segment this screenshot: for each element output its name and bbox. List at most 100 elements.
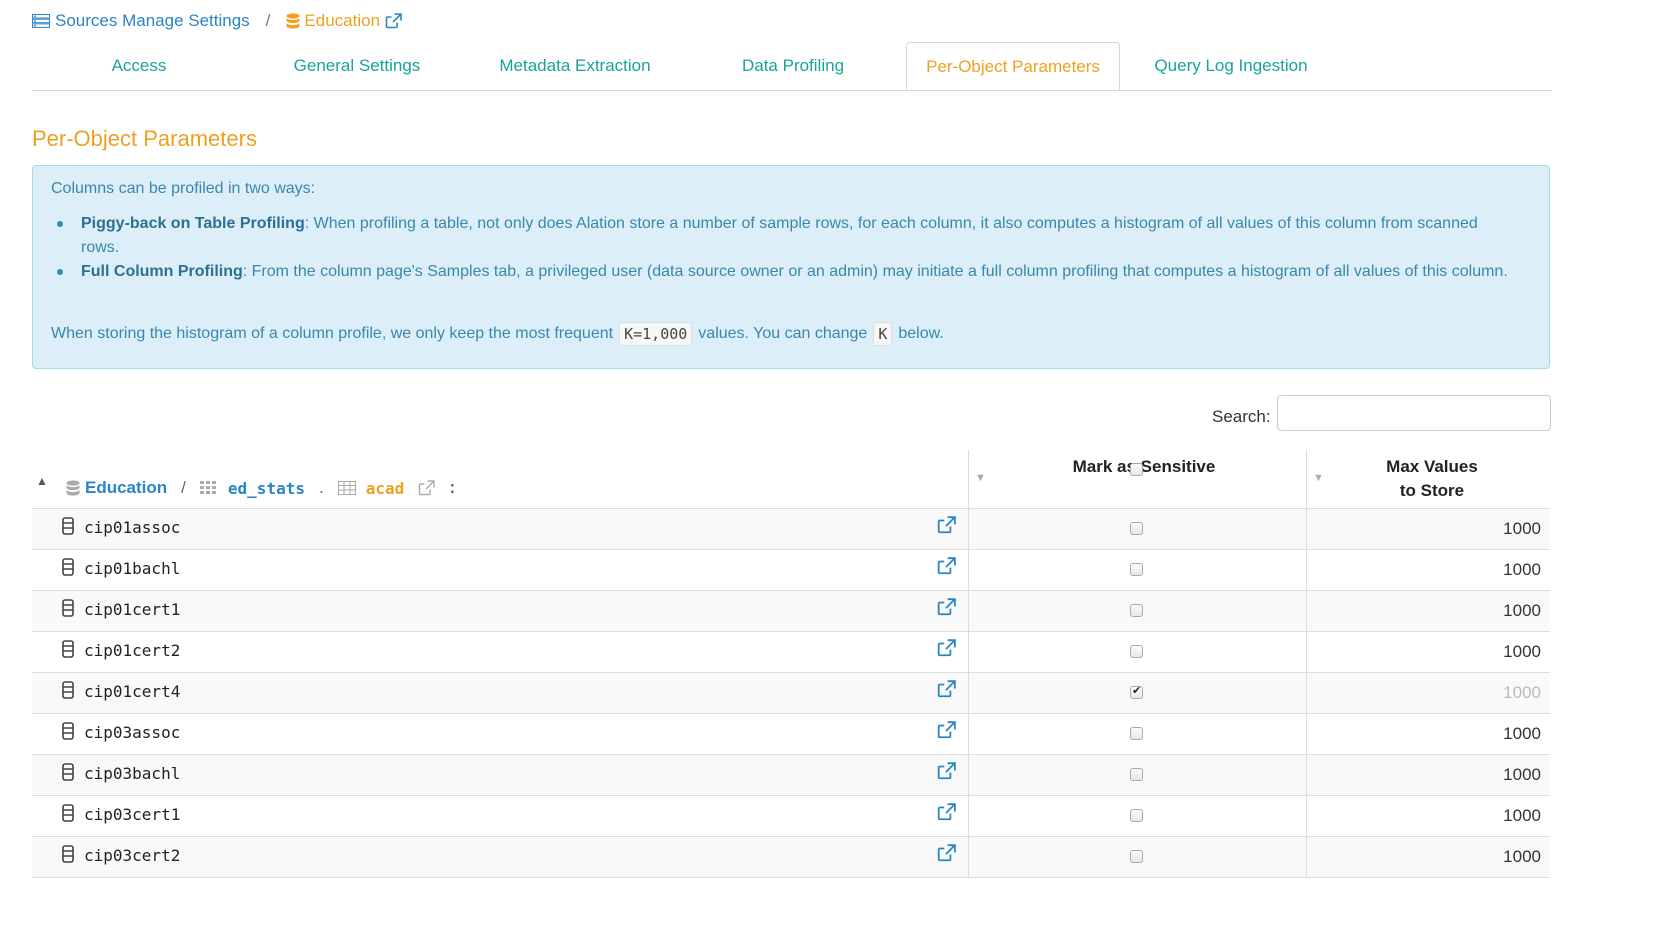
k-code: K bbox=[873, 322, 893, 346]
sensitive-checkbox[interactable] bbox=[1130, 684, 1143, 699]
external-link-icon[interactable] bbox=[385, 13, 402, 29]
sensitive-checkbox[interactable] bbox=[1130, 850, 1143, 863]
sensitive-checkbox[interactable] bbox=[1130, 563, 1143, 576]
max-values-header-label: Max Values to Store bbox=[1307, 455, 1557, 503]
max-values-value[interactable]: 1000 bbox=[1503, 642, 1541, 662]
external-link-icon[interactable] bbox=[418, 480, 435, 496]
max-values-cell: 1000 bbox=[1306, 673, 1551, 713]
table-row: cip01assoc 1000 bbox=[32, 509, 1550, 550]
external-link-icon[interactable] bbox=[937, 680, 956, 698]
bullet-text: : From the column page's Samples tab, a … bbox=[242, 263, 1508, 280]
external-link-icon[interactable] bbox=[937, 844, 956, 862]
breadcrumb-separator: / bbox=[265, 11, 271, 30]
path-table-link[interactable]: acad bbox=[366, 479, 405, 498]
column-icon bbox=[62, 599, 74, 617]
table-body: cip01assoc 1000 cip01bachl 1000 cip01cer… bbox=[32, 509, 1550, 878]
max-values-cell: 1000 bbox=[1306, 509, 1551, 549]
sensitive-checkbox[interactable] bbox=[1130, 809, 1143, 822]
column-icon bbox=[62, 722, 74, 740]
path-schema-link[interactable]: ed_stats bbox=[228, 479, 305, 498]
max-values-value[interactable]: 1000 bbox=[1503, 601, 1541, 621]
column-name-link[interactable]: cip03bachl bbox=[84, 764, 180, 783]
max-values-value[interactable]: 1000 bbox=[1503, 847, 1541, 867]
search-input[interactable] bbox=[1277, 395, 1551, 431]
sort-ascending-icon[interactable]: ▲ bbox=[36, 474, 48, 488]
sensitive-cell bbox=[968, 796, 1307, 836]
sensitive-column-header[interactable]: ▼ Mark as Sensitive bbox=[968, 450, 1307, 508]
table-header: ▲ Education / ed_stats . acad: ▼ Mark a… bbox=[32, 450, 1550, 509]
column-cell: cip01assoc bbox=[32, 509, 968, 549]
max-values-value[interactable]: 1000 bbox=[1503, 724, 1541, 744]
max-values-value[interactable]: 1000 bbox=[1503, 806, 1541, 826]
tab-per-object-parameters[interactable]: Per-Object Parameters bbox=[906, 42, 1120, 90]
breadcrumb-current-label: Education bbox=[304, 11, 381, 30]
column-name-link[interactable]: cip03assoc bbox=[84, 723, 180, 742]
table-row: cip01cert1 1000 bbox=[32, 591, 1550, 632]
external-link-icon[interactable] bbox=[937, 598, 956, 616]
sensitive-cell bbox=[968, 673, 1307, 713]
breadcrumb-education-link[interactable]: Education bbox=[286, 11, 402, 31]
bullet-title: Full Column Profiling bbox=[81, 263, 243, 280]
foot-text-mid: values. You can change bbox=[698, 325, 868, 342]
tab-metadata-extraction[interactable]: Metadata Extraction bbox=[468, 42, 682, 88]
external-link-icon[interactable] bbox=[937, 762, 956, 780]
external-link-icon[interactable] bbox=[937, 516, 956, 534]
column-name-link[interactable]: cip01assoc bbox=[84, 518, 180, 537]
max-values-line1: Max Values bbox=[1386, 457, 1478, 476]
max-values-value[interactable]: 1000 bbox=[1503, 765, 1541, 785]
external-link-icon[interactable] bbox=[937, 639, 956, 657]
max-values-column-header[interactable]: ▼ Max Values to Store bbox=[1306, 450, 1551, 508]
mark-all-sensitive-checkbox[interactable] bbox=[1130, 463, 1143, 476]
column-name-link[interactable]: cip01cert2 bbox=[84, 641, 180, 660]
column-cell: cip03bachl bbox=[32, 755, 968, 795]
column-icon bbox=[62, 640, 74, 658]
column-name-link[interactable]: cip03cert1 bbox=[84, 805, 180, 824]
max-values-cell: 1000 bbox=[1306, 714, 1551, 754]
external-link-icon[interactable] bbox=[937, 557, 956, 575]
list-item: Piggy-back on Table Profiling: When prof… bbox=[57, 212, 1511, 260]
column-name-link[interactable]: cip01cert4 bbox=[84, 682, 180, 701]
sensitive-checkbox[interactable] bbox=[1130, 768, 1143, 781]
tab-general-settings[interactable]: General Settings bbox=[250, 42, 464, 88]
column-icon bbox=[62, 804, 74, 822]
external-link-icon[interactable] bbox=[937, 721, 956, 739]
column-name-link[interactable]: cip01bachl bbox=[84, 559, 180, 578]
max-values-cell: 1000 bbox=[1306, 755, 1551, 795]
sensitive-checkbox[interactable] bbox=[1130, 604, 1143, 617]
columns-table: ▲ Education / ed_stats . acad: ▼ Mark a… bbox=[32, 450, 1550, 878]
info-footnote: When storing the histogram of a column p… bbox=[51, 322, 944, 346]
profiling-methods-list: Piggy-back on Table Profiling: When prof… bbox=[51, 212, 1511, 284]
column-cell: cip03cert2 bbox=[32, 837, 968, 877]
sensitive-header-label: Mark as Sensitive bbox=[1072, 457, 1216, 476]
info-alert: Columns can be profiled in two ways: Pig… bbox=[32, 165, 1550, 369]
table-row: cip01cert2 1000 bbox=[32, 632, 1550, 673]
column-name-link[interactable]: cip01cert1 bbox=[84, 600, 180, 619]
sensitive-checkbox[interactable] bbox=[1130, 727, 1143, 740]
path-database-link[interactable]: Education bbox=[85, 478, 167, 498]
database-icon bbox=[286, 12, 300, 30]
foot-text-post: below. bbox=[898, 325, 944, 342]
info-intro: Columns can be profiled in two ways: bbox=[51, 180, 316, 197]
object-path: Education / ed_stats . acad : bbox=[66, 478, 457, 498]
column-cell: cip01bachl bbox=[32, 550, 968, 590]
column-cell: cip01cert2 bbox=[32, 632, 968, 672]
schema-grid-icon bbox=[199, 481, 218, 495]
column-cell: cip03cert1 bbox=[32, 796, 968, 836]
column-cell: cip03assoc bbox=[32, 714, 968, 754]
table-row: cip03bachl 1000 bbox=[32, 755, 1550, 796]
column-path-header[interactable]: ▲ Education / ed_stats . acad: bbox=[32, 450, 968, 508]
max-values-cell: 1000 bbox=[1306, 837, 1551, 877]
tab-access[interactable]: Access bbox=[32, 42, 246, 88]
sensitive-checkbox[interactable] bbox=[1130, 645, 1143, 658]
column-name-link[interactable]: cip03cert2 bbox=[84, 846, 180, 865]
column-icon bbox=[62, 681, 74, 699]
max-values-value[interactable]: 1000 bbox=[1503, 560, 1541, 580]
settings-tabs: Access General Settings Metadata Extract… bbox=[32, 42, 1552, 91]
sensitive-checkbox[interactable] bbox=[1130, 522, 1143, 535]
external-link-icon[interactable] bbox=[937, 803, 956, 821]
column-cell: cip01cert1 bbox=[32, 591, 968, 631]
tab-query-log-ingestion[interactable]: Query Log Ingestion bbox=[1124, 42, 1338, 88]
max-values-value[interactable]: 1000 bbox=[1503, 519, 1541, 539]
breadcrumb-sources-link[interactable]: Sources Manage Settings bbox=[32, 11, 250, 31]
tab-data-profiling[interactable]: Data Profiling bbox=[686, 42, 900, 88]
